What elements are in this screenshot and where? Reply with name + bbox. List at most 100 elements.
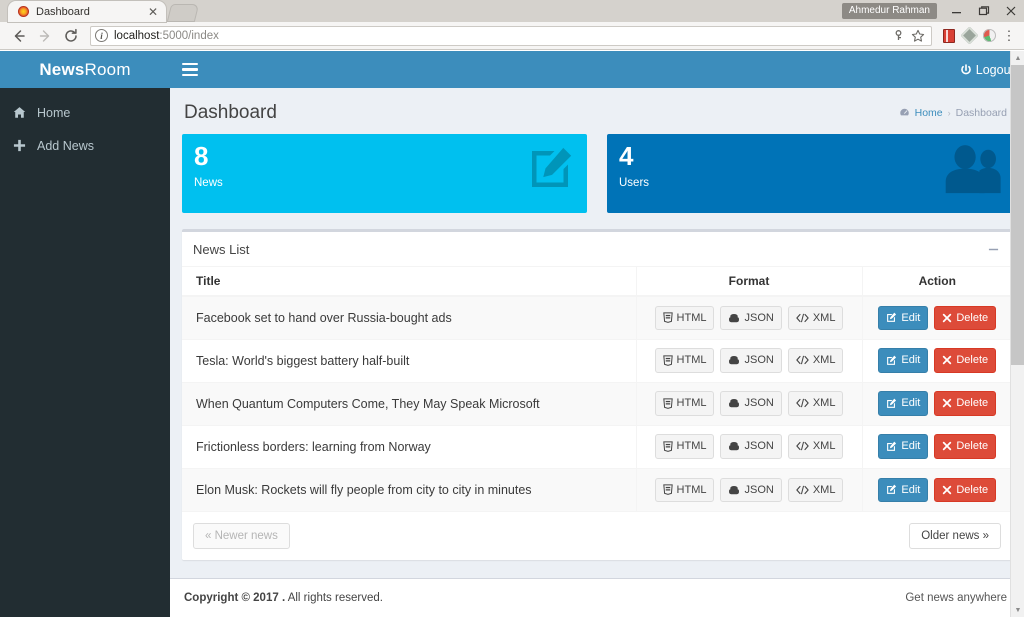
format-button-xml[interactable]: XML bbox=[787, 434, 844, 459]
save-password-icon[interactable] bbox=[889, 27, 907, 45]
sidebar-item-home[interactable]: Home bbox=[0, 96, 170, 129]
edit-button[interactable]: Edit bbox=[878, 477, 929, 502]
address-bar-url: localhost:5000/index bbox=[114, 30, 219, 42]
newer-news-button[interactable]: « Newer news bbox=[193, 523, 290, 549]
format-button-json[interactable]: JSON bbox=[720, 434, 782, 459]
format-button-group: HTML JSON XML bbox=[645, 434, 854, 459]
address-bar[interactable]: i localhost:5000/index bbox=[90, 25, 932, 46]
browser-toolbar: i localhost:5000/index ⋮ bbox=[0, 22, 1024, 50]
breadcrumb-home-link[interactable]: Home bbox=[915, 107, 943, 119]
window-maximize-button[interactable] bbox=[970, 0, 997, 22]
breadcrumb-current: Dashboard bbox=[955, 106, 1007, 119]
tab-favicon-icon bbox=[18, 6, 29, 17]
edit-square-icon bbox=[523, 142, 577, 196]
footer-tagline: Get news anywhere bbox=[905, 592, 1007, 604]
panel-collapse-button[interactable] bbox=[985, 241, 1001, 257]
delete-button[interactable]: Delete bbox=[934, 348, 997, 373]
edit-button[interactable]: Edit bbox=[878, 305, 929, 330]
scroll-up-arrow-icon[interactable]: ▲ bbox=[1011, 51, 1024, 65]
sidebar-item-add-news-label: Add News bbox=[37, 138, 94, 153]
database-icon bbox=[728, 398, 740, 408]
edit-icon bbox=[886, 398, 897, 409]
stat-boxes: 8 News 4 Users bbox=[182, 134, 1012, 213]
scroll-down-arrow-icon[interactable]: ▼ bbox=[1011, 603, 1024, 617]
format-button-html[interactable]: HTML bbox=[654, 305, 715, 330]
palette-extension-icon[interactable] bbox=[980, 27, 998, 45]
browser-menu-icon[interactable]: ⋮ bbox=[1000, 27, 1018, 45]
back-arrow-icon[interactable] bbox=[6, 23, 32, 49]
format-button-group: HTML JSON XML bbox=[645, 348, 854, 373]
delete-button[interactable]: Delete bbox=[934, 434, 997, 459]
new-tab-button[interactable] bbox=[168, 5, 198, 21]
news-title-cell: When Quantum Computers Come, They May Sp… bbox=[182, 381, 636, 425]
page-scrollbar[interactable]: ▲ ▼ bbox=[1010, 51, 1024, 617]
sidebar-menu: Home Add News bbox=[0, 88, 170, 162]
action-button-label: Edit bbox=[901, 397, 921, 410]
format-button-html[interactable]: HTML bbox=[654, 348, 715, 373]
reader-extension-icon[interactable] bbox=[940, 27, 958, 45]
app-logo[interactable]: News Room bbox=[0, 51, 170, 88]
code-icon bbox=[796, 485, 809, 495]
format-button-label: JSON bbox=[744, 397, 774, 410]
format-button-label: JSON bbox=[744, 483, 774, 496]
bookmark-star-icon[interactable] bbox=[909, 27, 927, 45]
shield-extension-icon[interactable] bbox=[959, 26, 979, 45]
window-close-button[interactable] bbox=[997, 0, 1024, 22]
older-news-button[interactable]: Older news » bbox=[909, 523, 1001, 549]
format-button-xml[interactable]: XML bbox=[787, 391, 844, 416]
times-icon bbox=[942, 355, 952, 365]
hamburger-icon[interactable] bbox=[182, 62, 198, 77]
delete-button[interactable]: Delete bbox=[934, 477, 997, 502]
stat-box-users[interactable]: 4 Users bbox=[607, 134, 1012, 213]
format-button-json[interactable]: JSON bbox=[720, 477, 782, 502]
logout-button[interactable]: Logout bbox=[960, 63, 1014, 77]
panel-header: News List bbox=[182, 232, 1012, 266]
window-minimize-button[interactable] bbox=[943, 0, 970, 22]
format-button-group: HTML JSON XML bbox=[645, 391, 854, 416]
browser-tab-dashboard[interactable]: Dashboard ✕ bbox=[8, 1, 166, 22]
edit-button[interactable]: Edit bbox=[878, 434, 929, 459]
logout-label: Logout bbox=[975, 62, 1014, 77]
format-button-xml[interactable]: XML bbox=[787, 305, 844, 330]
action-button-label: Edit bbox=[901, 354, 921, 367]
footer-copyright: Copyright © 2017 . All rights reserved. bbox=[184, 592, 383, 604]
scrollbar-thumb[interactable] bbox=[1011, 65, 1024, 365]
format-button-html[interactable]: HTML bbox=[654, 391, 715, 416]
format-button-xml[interactable]: XML bbox=[787, 348, 844, 373]
reload-icon[interactable] bbox=[58, 23, 84, 49]
action-cell: Edit Delete bbox=[861, 295, 1012, 339]
format-button-xml[interactable]: XML bbox=[787, 477, 844, 502]
edit-button[interactable]: Edit bbox=[878, 348, 929, 373]
forward-arrow-icon bbox=[32, 23, 58, 49]
window-controls: Ahmedur Rahman bbox=[841, 0, 1024, 22]
browser-profile-chip[interactable]: Ahmedur Rahman bbox=[841, 3, 937, 19]
action-button-label: Delete bbox=[956, 440, 989, 453]
format-button-html[interactable]: HTML bbox=[654, 434, 715, 459]
code-icon bbox=[796, 355, 809, 365]
stat-box-news[interactable]: 8 News bbox=[182, 134, 587, 213]
format-button-json[interactable]: JSON bbox=[720, 391, 782, 416]
html5-icon bbox=[662, 484, 673, 496]
action-cell: Edit Delete bbox=[861, 381, 1012, 425]
delete-button[interactable]: Delete bbox=[934, 391, 997, 416]
delete-button[interactable]: Delete bbox=[934, 305, 997, 330]
format-button-json[interactable]: JSON bbox=[720, 348, 782, 373]
column-header-format: Format bbox=[635, 266, 862, 297]
format-button-label: HTML bbox=[676, 354, 707, 367]
action-cell: Edit Delete bbox=[861, 467, 1012, 511]
page-title: Dashboard bbox=[184, 102, 277, 123]
breadcrumb-separator: › bbox=[947, 107, 951, 118]
action-button-group: Edit Delete bbox=[871, 434, 1005, 459]
plus-icon bbox=[13, 139, 33, 152]
tab-close-icon[interactable]: ✕ bbox=[146, 6, 160, 18]
action-button-label: Edit bbox=[901, 440, 921, 453]
action-button-label: Delete bbox=[956, 354, 989, 367]
site-info-icon[interactable]: i bbox=[95, 29, 108, 42]
action-button-label: Edit bbox=[901, 483, 921, 496]
footer-copyright-bold: Copyright © 2017 . bbox=[184, 592, 286, 604]
format-button-json[interactable]: JSON bbox=[720, 305, 782, 330]
edit-button[interactable]: Edit bbox=[878, 391, 929, 416]
format-button-html[interactable]: HTML bbox=[654, 477, 715, 502]
times-icon bbox=[942, 313, 952, 323]
sidebar-item-add-news[interactable]: Add News bbox=[0, 129, 170, 162]
